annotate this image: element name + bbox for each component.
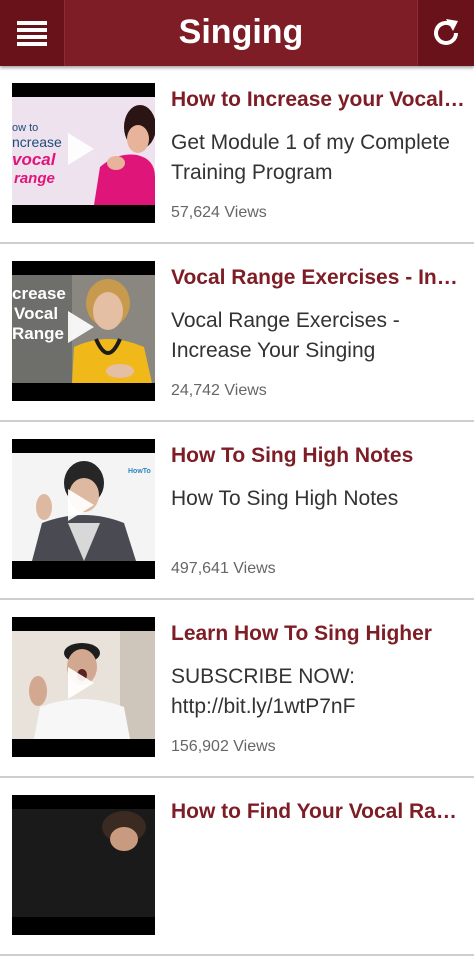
video-views: 24,742 Views bbox=[171, 382, 267, 399]
video-thumbnail[interactable] bbox=[12, 795, 155, 935]
menu-button[interactable] bbox=[0, 0, 65, 66]
video-title[interactable]: How To Sing High Notes bbox=[171, 444, 467, 468]
video-title[interactable]: How to Find Your Vocal Range bbox=[171, 800, 467, 824]
thumb-text-line: ncrease bbox=[12, 134, 62, 150]
thumb-text-line: vocal bbox=[12, 150, 57, 169]
video-views: 57,624 Views bbox=[171, 204, 267, 221]
video-title[interactable]: Learn How To Sing Higher bbox=[171, 622, 467, 646]
video-description: Get Module 1 of my Complete Training Pro… bbox=[171, 131, 450, 184]
video-list: ow to ncrease vocal range How to Increas… bbox=[0, 66, 474, 956]
video-title[interactable]: How to Increase your Vocal Range bbox=[171, 88, 467, 112]
refresh-icon bbox=[434, 19, 458, 45]
video-description: SUBSCRIBE NOW: http://bit.ly/1wtP7nF bbox=[171, 665, 356, 718]
thumb-text-line: range bbox=[14, 170, 55, 187]
video-description: How To Sing High Notes bbox=[171, 487, 399, 510]
video-list-item[interactable]: HowTo How To Sing High Notes How To Sing… bbox=[0, 422, 474, 600]
video-thumbnail[interactable]: ow to ncrease vocal range bbox=[12, 83, 155, 223]
thumb-text-line: Vocal bbox=[14, 304, 58, 323]
play-icon bbox=[68, 311, 94, 343]
thumbnail-image-find-vocal-range bbox=[12, 809, 155, 917]
play-icon bbox=[68, 489, 94, 521]
video-thumbnail[interactable]: HowTo bbox=[12, 439, 155, 579]
play-icon bbox=[68, 133, 94, 165]
hamburger-menu-icon bbox=[17, 21, 47, 46]
thumb-text-line: ow to bbox=[12, 122, 38, 134]
video-description: Vocal Range Exercises - Increase Your Si… bbox=[171, 309, 400, 362]
video-list-item[interactable]: Learn How To Sing Higher SUBSCRIBE NOW: … bbox=[0, 600, 474, 778]
video-list-item[interactable]: How to Find Your Vocal Range bbox=[0, 778, 474, 956]
page-title: Singing bbox=[178, 13, 304, 51]
video-thumbnail[interactable] bbox=[12, 617, 155, 757]
thumb-text-line: crease bbox=[12, 284, 66, 303]
app-header: Singing bbox=[0, 0, 474, 66]
thumb-text-line: HowTo bbox=[128, 468, 151, 475]
video-title[interactable]: Vocal Range Exercises - Increase Your Si… bbox=[171, 266, 467, 290]
thumb-text-line: Range bbox=[12, 324, 64, 343]
video-views: 497,641 Views bbox=[171, 560, 276, 577]
video-views: 156,902 Views bbox=[171, 738, 276, 755]
video-list-item[interactable]: crease Vocal Range Vocal Range Exercises… bbox=[0, 244, 474, 422]
play-icon bbox=[68, 667, 94, 699]
video-thumbnail[interactable]: crease Vocal Range bbox=[12, 261, 155, 401]
refresh-button[interactable] bbox=[417, 0, 474, 66]
video-list-item[interactable]: ow to ncrease vocal range How to Increas… bbox=[0, 66, 474, 244]
